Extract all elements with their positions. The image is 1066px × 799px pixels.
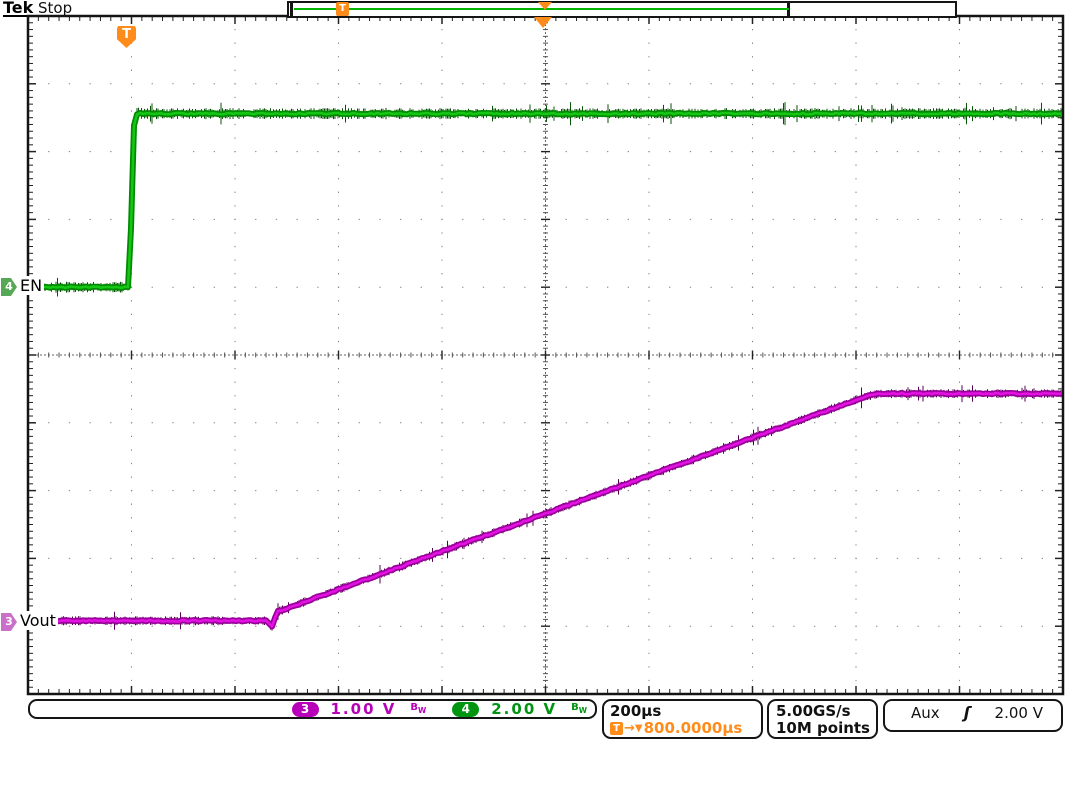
- rising-edge-slope-icon: ʃ: [964, 705, 971, 721]
- horizontal-readout-box[interactable]: 200µs T → ▼ 800.0000µs: [602, 699, 763, 739]
- preview-trigger-icon: T: [336, 2, 349, 16]
- trigger-readout-box[interactable]: Aux ʃ 2.00 V: [883, 699, 1063, 732]
- channel-readout-box[interactable]: 3 1.00 V BW 4 2.00 V BW: [28, 699, 597, 719]
- channel3-badge[interactable]: 3: [292, 702, 319, 717]
- delay-value: 800.0000µs: [644, 720, 743, 737]
- trigger-t-icon: T: [610, 722, 623, 735]
- channel4-scale-readout[interactable]: 2.00 V: [491, 701, 557, 717]
- trigger-delay-readout: T → ▼ 800.0000µs: [610, 720, 755, 737]
- acquisition-preview-bar: T: [287, 1, 957, 18]
- channel4-bandwidth-limit-icon: BW: [571, 703, 587, 716]
- channel3-waveform-label: Vout: [18, 611, 58, 630]
- trigger-expansion-point-icon: [534, 17, 552, 28]
- graticule-waveform-area: [26, 14, 1066, 698]
- record-length-readout: 10M points: [776, 720, 869, 737]
- oscilloscope-screen: Tek Stop T T 4 EN 3 Vout 3 1.00 V BW 4 2…: [0, 0, 1066, 799]
- channel3-scale-readout[interactable]: 1.00 V: [331, 701, 397, 717]
- trigger-source-readout: Aux: [911, 705, 940, 721]
- record-window-left-bracket: [290, 3, 293, 16]
- channel4-badge[interactable]: 4: [452, 702, 479, 717]
- delay-arrow-icon: →: [624, 720, 635, 737]
- channel4-reference-marker[interactable]: 4: [1, 278, 17, 296]
- delay-marker-icon: ▼: [635, 720, 643, 737]
- timebase-readout: 200µs: [610, 703, 755, 720]
- channel3-reference-marker[interactable]: 3: [1, 613, 17, 631]
- sample-rate-readout: 5.00GS/s: [776, 703, 869, 720]
- channel3-bandwidth-limit-icon: BW: [410, 703, 426, 716]
- channel4-waveform-label: EN: [18, 276, 44, 295]
- trigger-level-readout: 2.00 V: [995, 705, 1043, 721]
- preview-expansion-triangle-icon: [538, 2, 552, 10]
- acquisition-readout-box[interactable]: 5.00GS/s 10M points: [767, 699, 878, 739]
